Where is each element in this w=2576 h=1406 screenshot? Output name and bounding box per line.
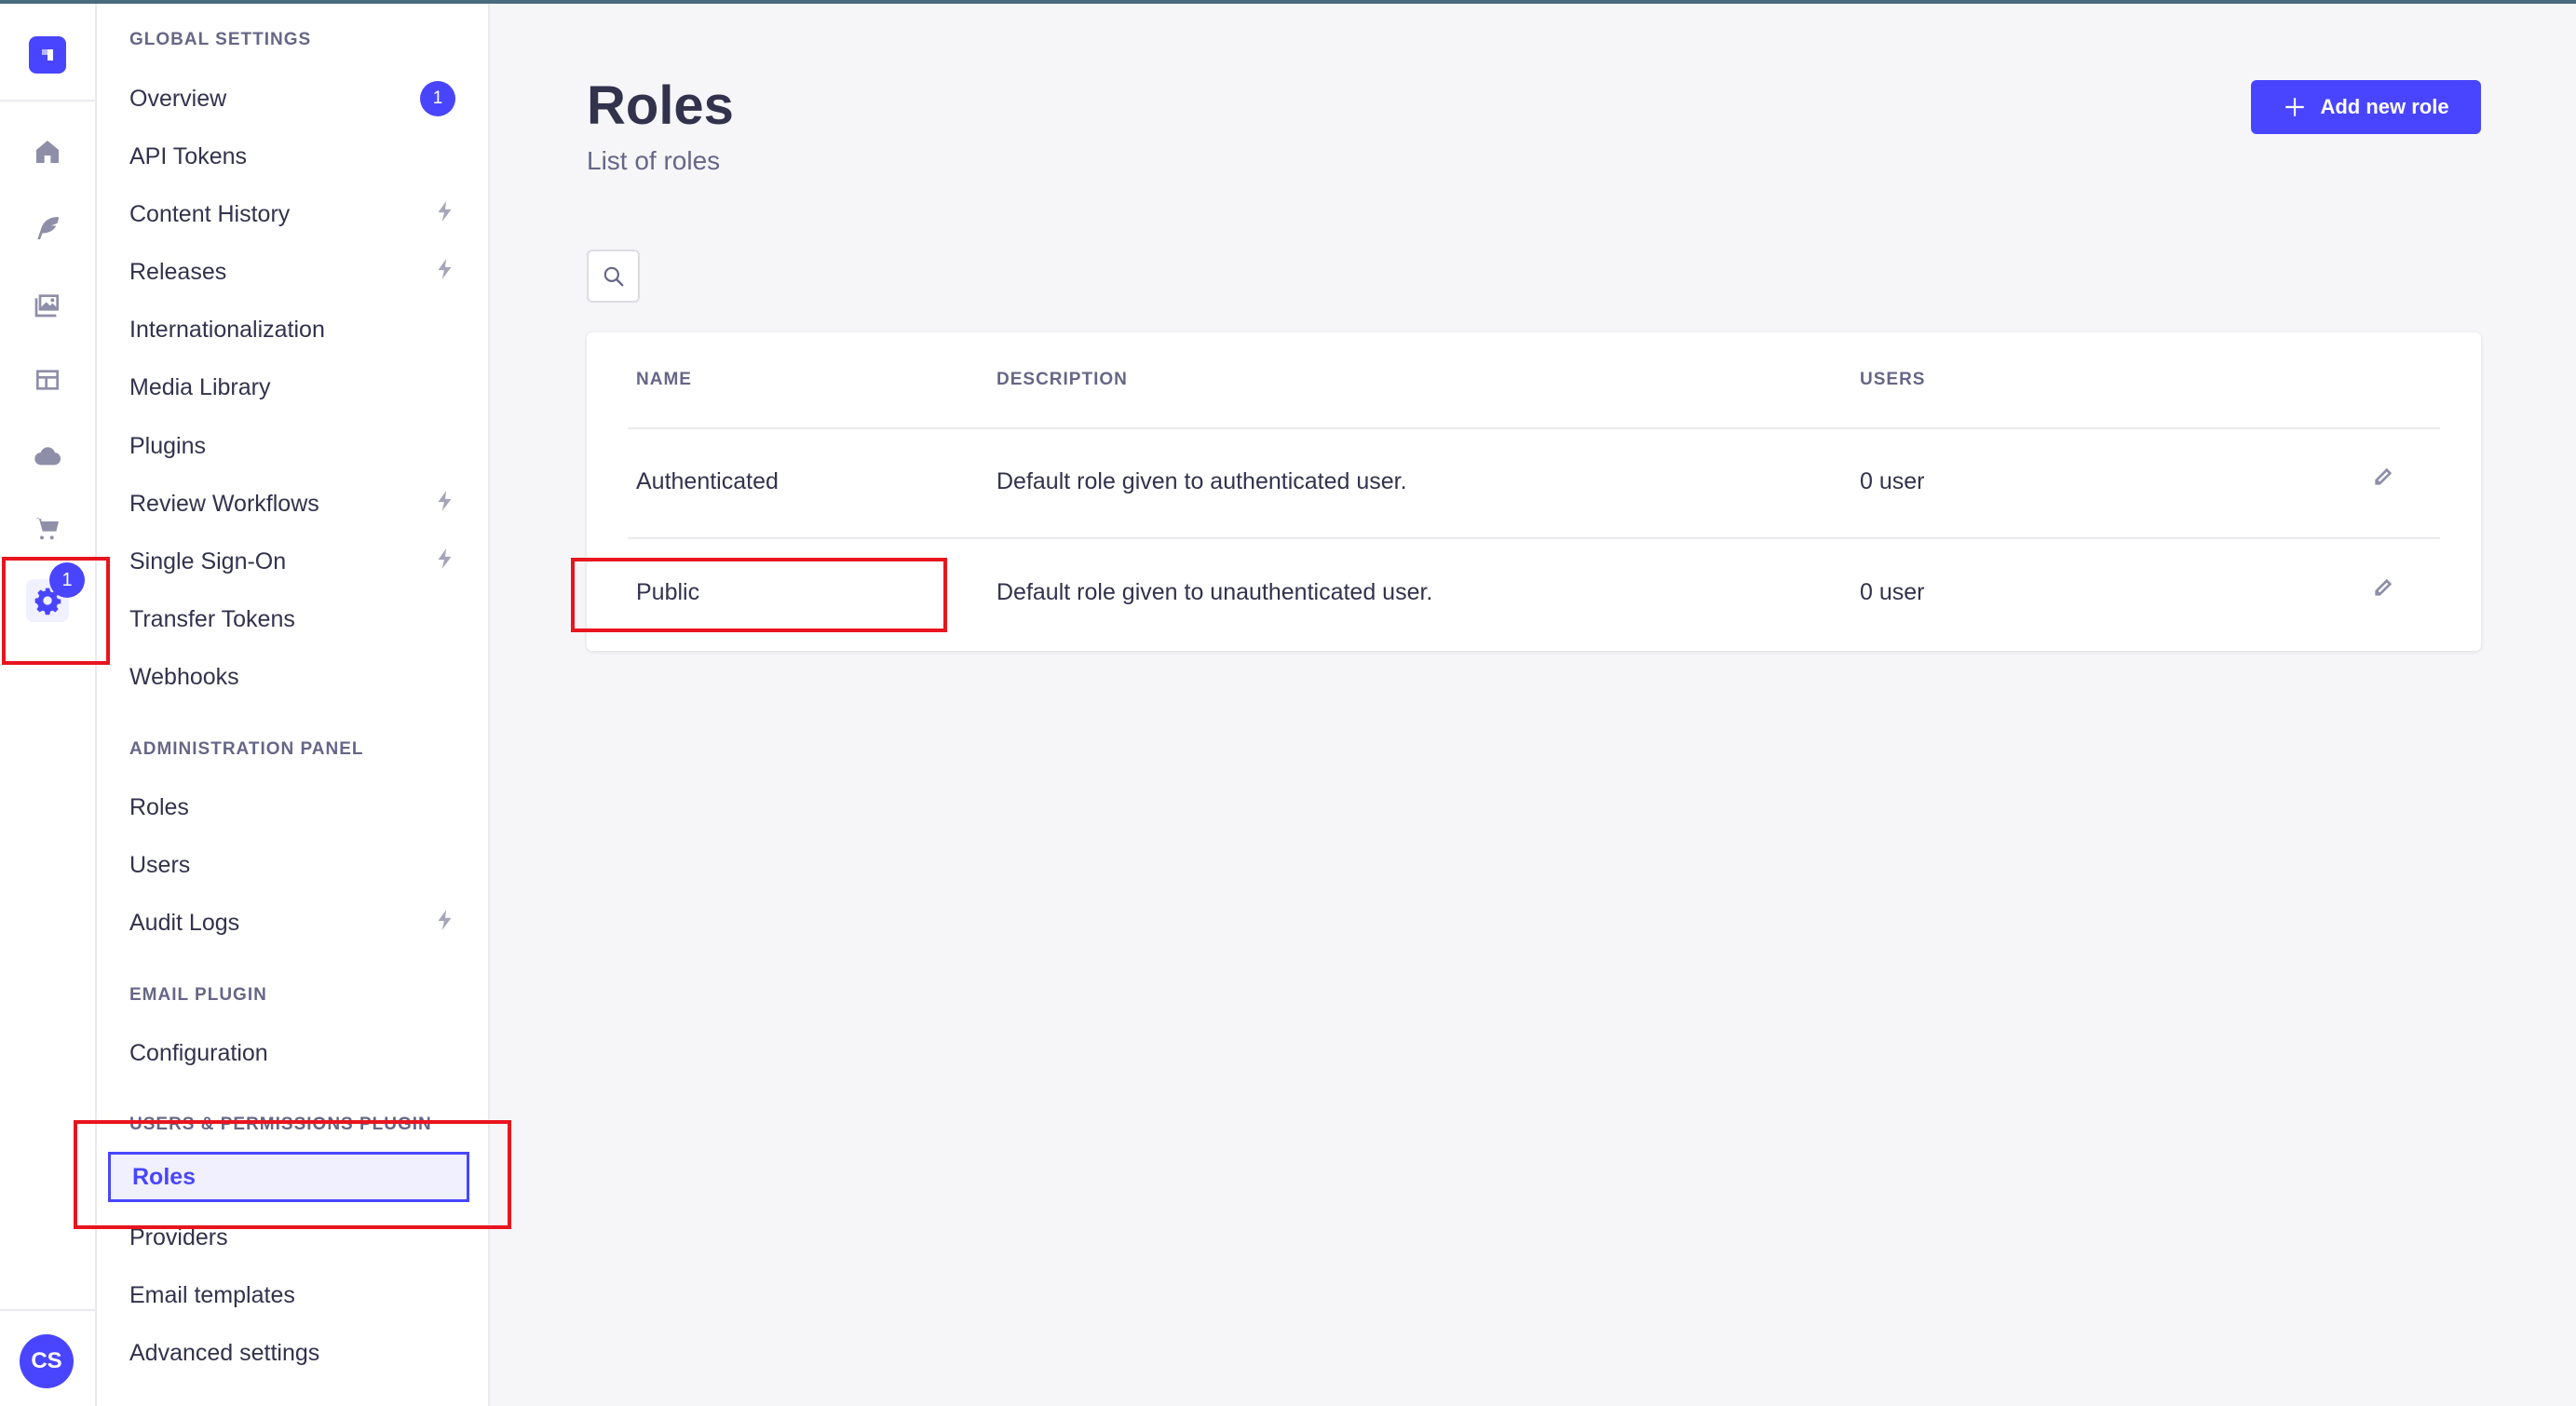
subnav-item-configuration[interactable]: Configuration	[129, 1028, 457, 1078]
subnav-item-label: Releases	[129, 258, 227, 285]
subnav-item-internationalization[interactable]: Internationalization	[129, 304, 457, 355]
subnav-item-users[interactable]: Users	[129, 840, 457, 890]
subnav-item-label: Overview	[129, 85, 227, 112]
column-header-users: USERS	[1860, 370, 1926, 389]
rail-divider	[0, 100, 95, 101]
subnav-item-label: Advanced settings	[129, 1339, 320, 1366]
role-description: Default role given to unauthenticated us…	[997, 579, 1433, 605]
images-icon[interactable]	[26, 283, 69, 326]
role-name: Authenticated	[636, 468, 779, 494]
annotation-highlight-settings	[2, 557, 110, 665]
lightning-icon	[433, 489, 457, 520]
lightning-icon	[433, 257, 457, 288]
row-divider	[628, 427, 2440, 429]
subnav-item-label: Users	[129, 851, 191, 878]
role-user-count: 0 user	[1860, 468, 1925, 494]
subnav-item-review-workflows[interactable]: Review Workflows	[129, 479, 457, 529]
subnav-item-single-sign-on[interactable]: Single Sign-On	[129, 536, 457, 587]
search-icon	[603, 266, 623, 286]
role-description: Default role given to authenticated user…	[997, 468, 1407, 494]
lightning-icon	[433, 908, 457, 939]
subnav-item-audit-logs[interactable]: Audit Logs	[129, 898, 457, 948]
row-divider	[628, 537, 2440, 539]
subnav-item-transfer-tokens[interactable]: Transfer Tokens	[129, 594, 457, 644]
subnav-item-label: API Tokens	[129, 142, 248, 169]
column-header-description: DESCRIPTION	[997, 370, 1128, 389]
subnav-item-label: Roles	[129, 793, 189, 820]
section-title-email-plugin: EMAIL PLUGIN	[129, 985, 267, 1005]
subnav-item-advanced-settings[interactable]: Advanced settings	[129, 1328, 457, 1378]
column-header-name: NAME	[636, 370, 692, 389]
pencil-icon[interactable]	[2371, 465, 2395, 493]
role-user-count: 0 user	[1860, 579, 1925, 605]
annotation-highlight-public-role	[571, 558, 947, 632]
lightning-icon	[433, 547, 457, 577]
section-title-global-settings: GLOBAL SETTINGS	[129, 30, 312, 49]
plus-icon	[2285, 98, 2305, 116]
lightning-icon	[433, 199, 457, 230]
pencil-icon[interactable]	[2371, 575, 2395, 604]
subnav-item-overview[interactable]: Overview 1	[129, 74, 457, 124]
subnav-item-label: Configuration	[129, 1039, 268, 1066]
subnav-item-content-history[interactable]: Content History	[129, 189, 457, 239]
annotation-highlight-roles-nav	[74, 1120, 511, 1229]
cloud-icon[interactable]	[26, 435, 69, 478]
page-subtitle: List of roles	[587, 146, 721, 175]
add-new-role-label: Add new role	[2320, 95, 2449, 118]
subnav-item-email-templates[interactable]: Email templates	[129, 1270, 457, 1320]
subnav-item-label: Review Workflows	[129, 490, 319, 517]
subnav-item-label: Audit Logs	[129, 909, 240, 936]
rail-bottom-divider	[0, 1309, 95, 1311]
user-avatar[interactable]: CS	[20, 1334, 74, 1388]
app-logo[interactable]	[29, 36, 66, 74]
subnav-item-webhooks[interactable]: Webhooks	[129, 652, 457, 702]
subnav-item-api-tokens[interactable]: API Tokens	[129, 131, 457, 182]
add-new-role-button[interactable]: Add new role	[2251, 80, 2481, 134]
subnav-item-releases[interactable]: Releases	[129, 247, 457, 297]
home-icon[interactable]	[26, 130, 69, 173]
subnav-item-label: Content History	[129, 200, 291, 227]
subnav-item-label: Webhooks	[129, 663, 239, 690]
subnav-item-label: Media Library	[129, 373, 271, 400]
page-title: Roles	[587, 75, 734, 136]
layout-icon[interactable]	[26, 358, 69, 401]
subnav-item-admin-roles[interactable]: Roles	[129, 782, 457, 832]
feather-icon[interactable]	[26, 207, 69, 250]
subnav-item-label: Plugins	[129, 432, 206, 459]
cart-icon[interactable]	[26, 507, 69, 550]
overview-count-badge: 1	[420, 81, 455, 116]
search-button[interactable]	[587, 250, 640, 303]
subnav-item-plugins[interactable]: Plugins	[129, 421, 457, 471]
subnav-item-media-library[interactable]: Media Library	[129, 362, 457, 412]
subnav-item-label: Transfer Tokens	[129, 605, 295, 632]
subnav-item-label: Single Sign-On	[129, 548, 287, 575]
subnav-item-label: Email templates	[129, 1281, 295, 1308]
section-title-administration-panel: ADMINISTRATION PANEL	[129, 739, 364, 759]
logo-icon	[42, 49, 53, 61]
subnav-item-label: Internationalization	[129, 316, 325, 343]
